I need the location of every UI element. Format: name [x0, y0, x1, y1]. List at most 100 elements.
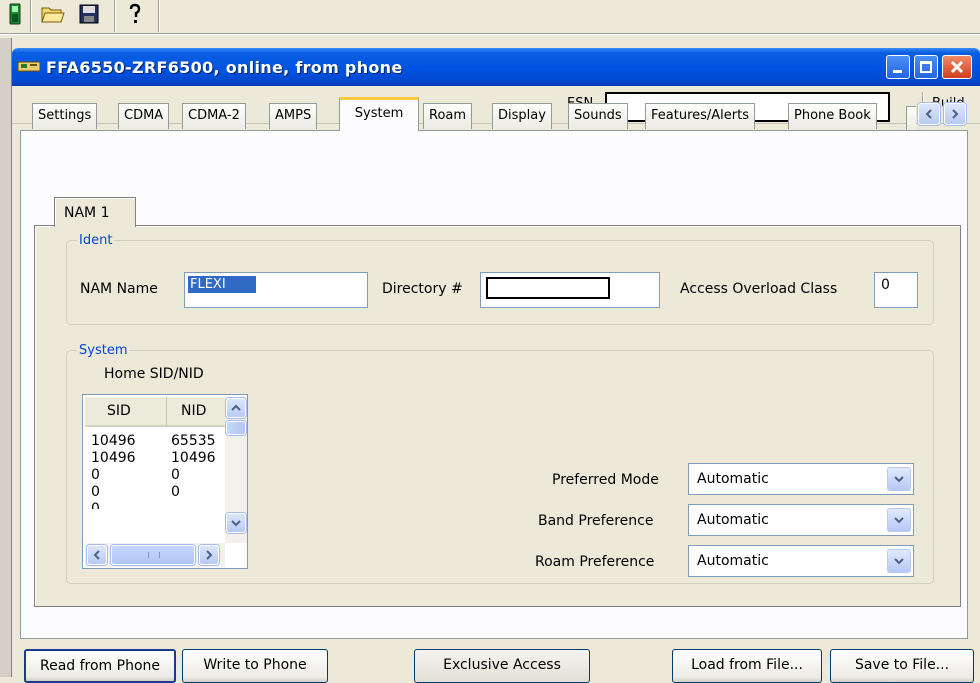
list-item[interactable]: 10496 10496	[91, 450, 216, 466]
tab-label: CDMA	[124, 108, 164, 123]
tab-label: AMPS	[275, 108, 312, 123]
close-button[interactable]	[942, 55, 972, 79]
list-item[interactable]: 10496 65535	[91, 433, 216, 449]
sid-cell: 0	[91, 484, 100, 500]
nam-name-field[interactable]: FLEXI	[184, 272, 368, 308]
sid-cell: 0	[91, 501, 100, 509]
save-disk-icon[interactable]	[76, 0, 102, 28]
open-folder-icon[interactable]	[40, 0, 66, 28]
nid-cell: 65535	[171, 433, 216, 449]
arrow-left-icon	[93, 550, 100, 560]
tab-label: Roam	[429, 108, 467, 123]
sid-column-label: SID	[107, 403, 131, 419]
tab-label: Features/Alerts	[651, 108, 749, 123]
scroll-up-button[interactable]	[226, 398, 246, 418]
home-sid-nid-list[interactable]: SID NID 1049665535 1049610496 00 00 00	[82, 394, 248, 569]
band-preference-label: Band Preference	[538, 513, 654, 529]
horizontal-scrollbar[interactable]	[85, 543, 225, 567]
roam-preference-dropdown-button[interactable]	[887, 549, 911, 573]
chevron-down-icon	[894, 517, 904, 524]
list-item[interactable]: 00	[91, 484, 180, 500]
tab-display[interactable]: Display	[492, 103, 552, 129]
preferred-mode-select[interactable]: Automatic	[688, 463, 914, 495]
tab-system[interactable]: System	[339, 97, 419, 131]
directory-field[interactable]	[480, 272, 660, 308]
nam-name-value: FLEXI	[188, 276, 256, 293]
nid-cell: 10496	[171, 450, 216, 466]
save-button-label: Save to File...	[854, 657, 950, 673]
system-group-label: System	[77, 343, 130, 358]
tab-scroller	[918, 103, 972, 129]
scroll-down-button[interactable]	[226, 513, 246, 533]
tab-label: Sounds	[574, 108, 622, 123]
load-button-label: Load from File...	[691, 657, 803, 673]
load-from-file-button[interactable]: Load from File...	[672, 649, 822, 683]
arrow-right-icon	[206, 550, 213, 560]
tab-settings[interactable]: Settings	[32, 103, 98, 129]
band-preference-dropdown-button[interactable]	[887, 508, 911, 532]
phone-icon[interactable]	[6, 0, 24, 28]
nid-cell: 0	[171, 484, 180, 500]
sid-cell: 10496	[91, 450, 136, 466]
grip-icon	[148, 552, 160, 558]
scroll-left-button[interactable]	[87, 545, 107, 565]
horizontal-scroll-thumb[interactable]	[111, 545, 195, 565]
tab-overflow-edge	[906, 106, 916, 130]
tab-label: Phone Book	[794, 108, 871, 123]
write-to-phone-button[interactable]: Write to Phone	[182, 649, 328, 683]
chevron-down-icon	[894, 558, 904, 565]
scroll-right-button[interactable]	[199, 545, 219, 565]
vertical-scroll-thumb[interactable]	[226, 421, 246, 435]
sid-cell: 10496	[91, 433, 136, 449]
list-item[interactable]: 00	[91, 467, 180, 483]
roam-preference-select[interactable]: Automatic	[688, 545, 914, 577]
tab-sounds[interactable]: Sounds	[568, 103, 628, 129]
minimize-button[interactable]	[886, 55, 910, 79]
phone-app-icon	[17, 60, 41, 76]
access-overload-label: Access Overload Class	[680, 281, 838, 297]
band-preference-select[interactable]: Automatic	[688, 504, 914, 536]
outer-frame	[0, 38, 12, 677]
tab-features-alerts[interactable]: Features/Alerts	[645, 103, 755, 129]
exclusive-button-label: Exclusive Access	[443, 657, 561, 673]
arrow-up-icon	[231, 404, 241, 411]
roam-preference-value: Automatic	[697, 553, 769, 569]
preferred-mode-value: Automatic	[697, 471, 769, 487]
toolbar	[0, 0, 980, 38]
list-item[interactable]: 00	[91, 501, 100, 509]
maximize-icon	[920, 61, 932, 73]
write-button-label: Write to Phone	[203, 657, 307, 673]
tab-roam[interactable]: Roam	[423, 103, 473, 129]
exclusive-access-button[interactable]: Exclusive Access	[414, 649, 590, 683]
sid-column-header[interactable]: SID	[85, 397, 167, 427]
nid-column-header[interactable]: NID	[167, 397, 227, 427]
tab-label: Display	[498, 108, 546, 123]
band-preference-value: Automatic	[697, 512, 769, 528]
tab-cdma-2[interactable]: CDMA-2	[182, 103, 246, 129]
tab-scroll-right-button[interactable]	[944, 103, 966, 125]
save-to-file-button[interactable]: Save to File...	[830, 649, 974, 683]
home-sid-nid-label: Home SID/NID	[104, 366, 204, 382]
nam-tab[interactable]: NAM 1	[54, 197, 136, 227]
title-bar[interactable]: FFA6550-ZRF6500, online, from phone	[12, 48, 980, 86]
maximize-button[interactable]	[914, 55, 938, 79]
arrow-left-icon	[925, 109, 932, 119]
directory-label: Directory #	[382, 281, 463, 297]
sid-cell: 0	[91, 467, 100, 483]
preferred-mode-dropdown-button[interactable]	[887, 467, 911, 491]
tab-scroll-left-button[interactable]	[918, 103, 940, 125]
access-overload-field[interactable]: 0	[874, 272, 918, 308]
nam-tab-label: NAM 1	[64, 205, 110, 221]
directory-redaction-box	[486, 277, 610, 299]
access-overload-value: 0	[881, 277, 890, 293]
read-from-phone-button[interactable]: Read from Phone	[24, 649, 176, 683]
ident-group-label: Ident	[77, 233, 115, 248]
help-icon[interactable]	[122, 0, 148, 28]
window-title: FFA6550-ZRF6500, online, from phone	[46, 58, 403, 77]
tab-cdma[interactable]: CDMA	[118, 103, 170, 129]
vertical-scrollbar[interactable]	[225, 397, 247, 543]
close-icon	[950, 60, 964, 74]
preferred-mode-label: Preferred Mode	[552, 472, 659, 488]
tab-amps[interactable]: AMPS	[269, 103, 318, 129]
tab-phone-book[interactable]: Phone Book	[788, 103, 877, 129]
